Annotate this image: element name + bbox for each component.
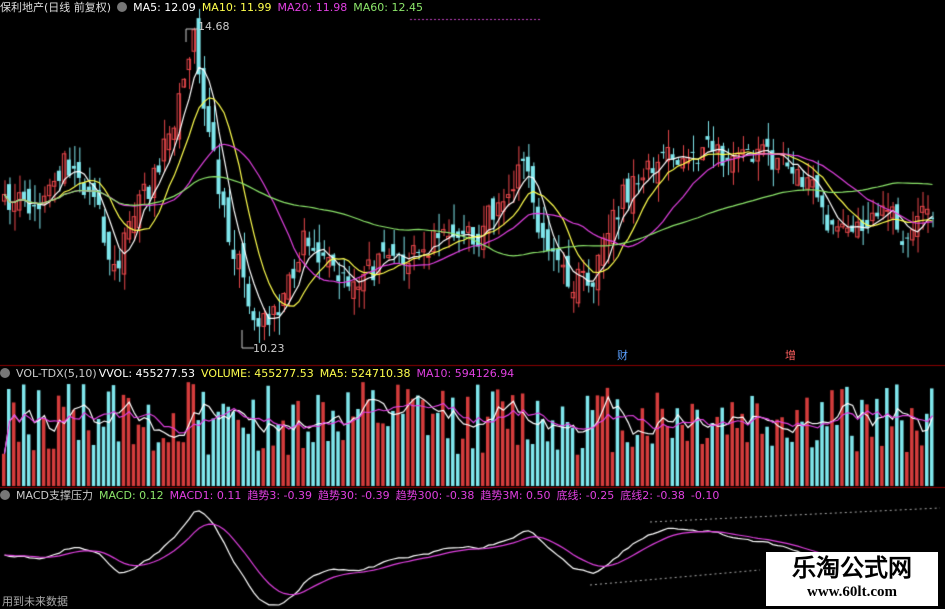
trend300-value: 趋势300: -0.38: [395, 489, 475, 502]
high-price-label: 14.68: [198, 20, 230, 33]
stock-chart-canvas[interactable]: [0, 0, 945, 609]
future-data-note: 用到未来数据: [2, 595, 68, 608]
kline-ma60: MA60: 12.45: [353, 1, 423, 14]
macd-indicator-name[interactable]: MACD支撑压力: [16, 489, 93, 502]
vol-ma5: MA5: 524710.38: [319, 367, 411, 380]
macd1-value: MACD1: 0.11: [169, 489, 242, 502]
volume-settings-icon[interactable]: [0, 368, 10, 378]
vol-vvol: VVOL: 455277.53: [98, 367, 196, 380]
kline-header: 保利地产(日线 前复权) MA5: 12.09 MA10: 11.99 MA20: 1…: [0, 1, 429, 15]
macd-settings-icon[interactable]: [0, 490, 10, 500]
watermark-url: www.60lt.com: [807, 584, 897, 600]
stock-name[interactable]: 保利地产(日线 前复权): [0, 1, 111, 14]
extra-value: -0.10: [690, 489, 720, 502]
kline-ma20: MA20: 11.98: [277, 1, 348, 14]
event-marker-finance[interactable]: 财: [617, 350, 628, 362]
vol-ma10: MA10: 594126.94: [416, 367, 515, 380]
vol-indicator-name[interactable]: VOL-TDX(5,10): [16, 367, 97, 380]
trend3-value: 趋势3: -0.39: [247, 489, 312, 502]
vol-volume: VOLUME: 455277.53: [201, 367, 314, 380]
bottom-value: 底线: -0.25: [556, 489, 615, 502]
event-marker-increase[interactable]: 增: [785, 350, 796, 362]
volume-header: VOL-TDX(5,10) VVOL: 455277.53 VOLUME: 4552…: [0, 367, 520, 381]
macd-value: MACD: 0.12: [98, 489, 164, 502]
kline-ma5: MA5: 12.09: [133, 1, 196, 14]
trend30-value: 趋势30: -0.39: [318, 489, 390, 502]
watermark-title: 乐淘公式网: [792, 553, 912, 582]
kline-ma10: MA10: 11.99: [201, 1, 272, 14]
watermark: 乐淘公式网 www.60lt.com: [766, 552, 938, 606]
low-price-label: 10.23: [253, 342, 285, 355]
bottom2-value: 底线2: -0.38: [620, 489, 685, 502]
trend3m-value: 趋势3M: 0.50: [480, 489, 551, 502]
macd-header: MACD支撑压力 MACD: 0.12 MACD1: 0.11 趋势3: -0.39 趋…: [0, 489, 725, 503]
settings-icon[interactable]: [117, 2, 128, 12]
